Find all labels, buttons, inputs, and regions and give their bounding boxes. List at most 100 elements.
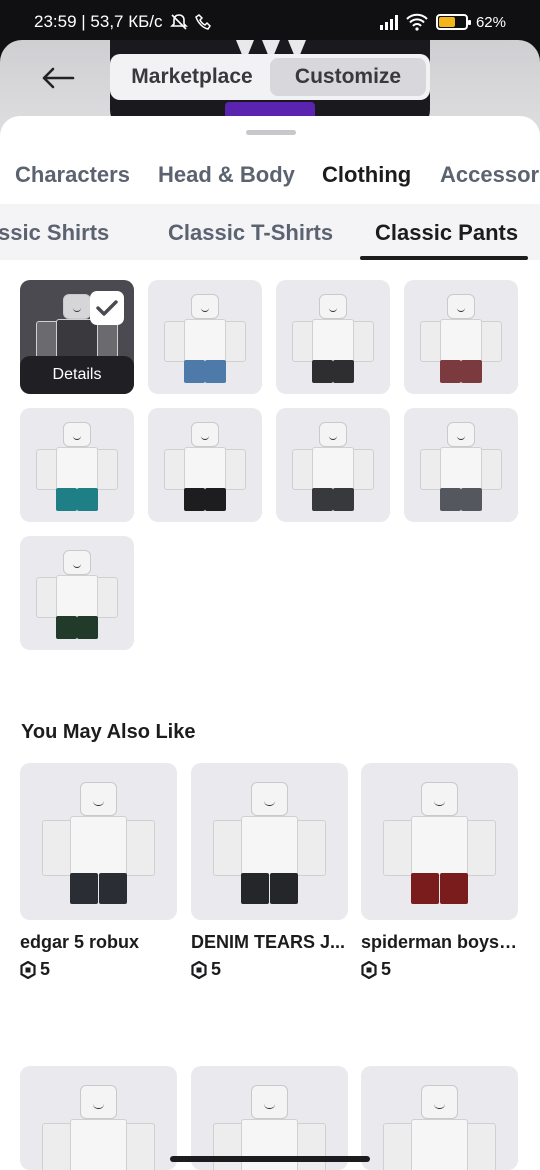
status-time: 23:59 | 53,7 КБ/с: [34, 12, 163, 31]
recommendation-card[interactable]: spiderman boys ... 5: [361, 763, 518, 980]
tab-accessories[interactable]: Accessori: [440, 162, 540, 188]
avatar-figure: [361, 763, 518, 920]
signal-icon: [379, 14, 398, 30]
avatar-leg: [411, 872, 440, 905]
avatar-arm: [382, 1122, 415, 1170]
recommendation-thumbnail: [20, 763, 177, 920]
avatar-leg: [461, 487, 482, 511]
item-tile[interactable]: [404, 280, 518, 394]
avatar-torso: [241, 816, 298, 877]
avatar-arm: [464, 819, 496, 877]
mute-bell-icon: [169, 14, 188, 30]
avatar-arm: [95, 449, 119, 491]
avatar-leg: [77, 487, 98, 511]
recommendation-name: edgar 5 robux: [20, 932, 140, 952]
recommendation-card[interactable]: edgar 5 robux 5: [20, 763, 177, 980]
avatar-leg: [439, 872, 468, 905]
avatar-arm: [123, 1122, 155, 1170]
avatar-torso: [312, 446, 354, 491]
avatar-arm: [419, 321, 443, 363]
avatar-arm: [479, 449, 503, 491]
avatar-torso: [56, 446, 98, 491]
sheet-handle[interactable]: [246, 130, 296, 135]
price-value: 5: [381, 959, 392, 979]
avatar-figure: [20, 536, 134, 650]
avatar-torso: [241, 1119, 298, 1170]
avatar-arm: [163, 449, 187, 491]
robux-icon: [20, 960, 36, 979]
recommendation-name: spiderman boys ...: [361, 932, 518, 952]
home-indicator[interactable]: [170, 1156, 370, 1162]
recommendation-thumbnail[interactable]: [361, 1066, 518, 1170]
item-tile[interactable]: [148, 280, 262, 394]
tab-classic-pants[interactable]: Classic Pants: [375, 220, 518, 246]
avatar-arm: [35, 577, 59, 619]
recommendation-thumbnail[interactable]: [20, 1066, 177, 1170]
avatar-head: [63, 293, 91, 319]
avatar-arm: [291, 321, 315, 363]
selected-checkbox[interactable]: [90, 291, 124, 325]
item-tile[interactable]: [404, 408, 518, 522]
avatar-leg: [184, 487, 205, 511]
avatar-torso: [411, 1119, 468, 1170]
details-button[interactable]: Details: [20, 356, 134, 394]
avatar-leg: [205, 359, 226, 383]
category-tabs: Characters Head & Body Clothing Accessor…: [0, 162, 540, 196]
avatar-arm: [41, 819, 74, 877]
avatar-leg: [440, 359, 461, 383]
avatar-arm: [294, 1122, 326, 1170]
avatar-torso: [411, 816, 468, 877]
item-tile[interactable]: [276, 408, 390, 522]
battery-icon: [435, 14, 471, 30]
avatar-torso: [70, 816, 127, 877]
avatar-leg: [269, 872, 298, 905]
mode-switcher: Marketplace Customize: [110, 54, 430, 100]
avatar-head: [447, 421, 475, 447]
avatar-leg: [70, 872, 99, 905]
avatar-leg: [312, 487, 333, 511]
avatar-leg: [205, 487, 226, 511]
avatar-figure: [20, 763, 177, 920]
avatar-arm: [223, 449, 247, 491]
recommendation-card[interactable]: DENIM TEARS J... 5: [191, 763, 348, 980]
avatar-head: [191, 421, 219, 447]
phone-icon: [194, 14, 211, 30]
avatar-figure: [148, 280, 262, 394]
avatar-head: [250, 781, 289, 817]
back-button[interactable]: [36, 60, 80, 96]
item-tile[interactable]: [20, 536, 134, 650]
avatar-arm: [35, 449, 59, 491]
avatar-leg: [241, 872, 270, 905]
avatar-arm: [351, 321, 375, 363]
avatar-leg: [461, 359, 482, 383]
wifi-icon: [406, 13, 428, 31]
avatar-arm: [223, 321, 247, 363]
avatar-head: [319, 293, 347, 319]
avatar-torso: [440, 446, 482, 491]
avatar-leg: [56, 615, 77, 639]
avatar-torso: [440, 318, 482, 363]
avatar-figure: [20, 408, 134, 522]
avatar-arm: [351, 449, 375, 491]
avatar-head: [63, 421, 91, 447]
checkmark-icon: [96, 300, 118, 316]
tab-classic-shirts[interactable]: ssic Shirts: [0, 220, 109, 246]
avatar-arm: [291, 449, 315, 491]
marketplace-tab[interactable]: Marketplace: [114, 58, 270, 96]
avatar-head: [79, 781, 118, 817]
item-tile[interactable]: [20, 408, 134, 522]
item-tile[interactable]: [148, 408, 262, 522]
tab-classic-tshirts[interactable]: Classic T-Shirts: [168, 220, 333, 246]
avatar-leg: [333, 359, 354, 383]
avatar-leg: [98, 872, 127, 905]
item-tile[interactable]: Details: [20, 280, 134, 394]
tab-head-body[interactable]: Head & Body: [158, 162, 295, 188]
recommendation-thumbnail[interactable]: [191, 1066, 348, 1170]
customize-tab[interactable]: Customize: [270, 58, 426, 96]
avatar-head: [420, 1084, 459, 1120]
price-value: 5: [211, 959, 222, 979]
avatar-head: [447, 293, 475, 319]
tab-characters[interactable]: Characters: [15, 162, 130, 188]
tab-clothing[interactable]: Clothing: [322, 162, 411, 188]
item-tile[interactable]: [276, 280, 390, 394]
